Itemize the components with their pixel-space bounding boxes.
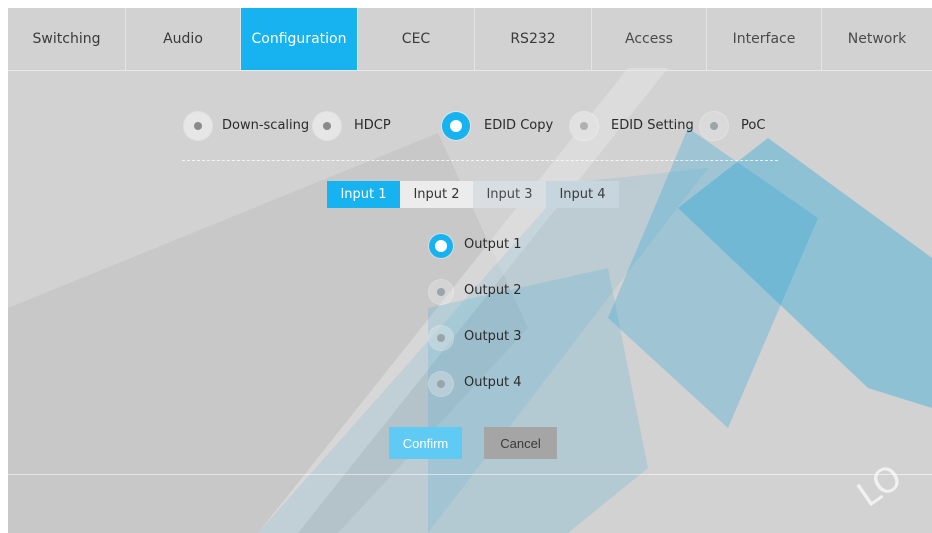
label-edid-setting: EDID Setting [611, 118, 694, 133]
radio-output-3[interactable] [429, 326, 453, 350]
label-edid-copy: EDID Copy [484, 118, 554, 133]
radio-dot-icon [437, 334, 445, 342]
radio-edid-copy[interactable] [442, 112, 470, 140]
background-watermark: LO [8, 68, 932, 533]
tab-audio[interactable]: Audio [126, 8, 241, 70]
radio-dot-icon [194, 122, 202, 130]
radio-dot-icon [323, 122, 331, 130]
radio-dot-icon [450, 120, 462, 132]
radio-dot-icon [437, 288, 445, 296]
footer-divider [8, 474, 932, 475]
radio-down-scaling[interactable] [184, 112, 212, 140]
label-down-scaling: Down-scaling [222, 118, 310, 133]
tab-network[interactable]: Network [822, 8, 932, 70]
tab-configuration[interactable]: Configuration [241, 8, 358, 70]
radio-dot-icon [437, 380, 445, 388]
radio-hdcp[interactable] [313, 112, 341, 140]
tab-input-2[interactable]: Input 2 [400, 181, 473, 208]
web-ui-stage: LO Switching Audio Configuration CEC RS2… [8, 8, 932, 533]
radio-output-1[interactable] [429, 234, 453, 258]
radio-edid-setting[interactable] [570, 112, 598, 140]
tab-input-3[interactable]: Input 3 [473, 181, 546, 208]
confirm-button[interactable]: Confirm [389, 427, 462, 459]
tab-switching[interactable]: Switching [8, 8, 126, 70]
label-output-2: Output 2 [464, 283, 522, 298]
label-output-3: Output 3 [464, 329, 522, 344]
tab-rs232[interactable]: RS232 [475, 8, 592, 70]
tab-interface[interactable]: Interface [707, 8, 822, 70]
input-tabs: Input 1 Input 2 Input 3 Input 4 [327, 181, 619, 208]
radio-poc[interactable] [700, 112, 728, 140]
label-output-1: Output 1 [464, 237, 522, 252]
label-hdcp: HDCP [354, 118, 391, 133]
top-nav: Switching Audio Configuration CEC RS232 … [8, 8, 932, 71]
radio-output-2[interactable] [429, 280, 453, 304]
watermark-letters: LO [850, 457, 909, 515]
cancel-button[interactable]: Cancel [484, 427, 557, 459]
tab-input-4[interactable]: Input 4 [546, 181, 619, 208]
tab-cec[interactable]: CEC [358, 8, 475, 70]
dashed-divider [182, 160, 778, 161]
label-output-4: Output 4 [464, 375, 522, 390]
radio-dot-icon [435, 240, 447, 252]
radio-dot-icon [580, 122, 588, 130]
tab-input-1[interactable]: Input 1 [327, 181, 400, 208]
tab-access[interactable]: Access [592, 8, 707, 70]
radio-output-4[interactable] [429, 372, 453, 396]
label-poc: PoC [741, 118, 766, 133]
radio-dot-icon [710, 122, 718, 130]
